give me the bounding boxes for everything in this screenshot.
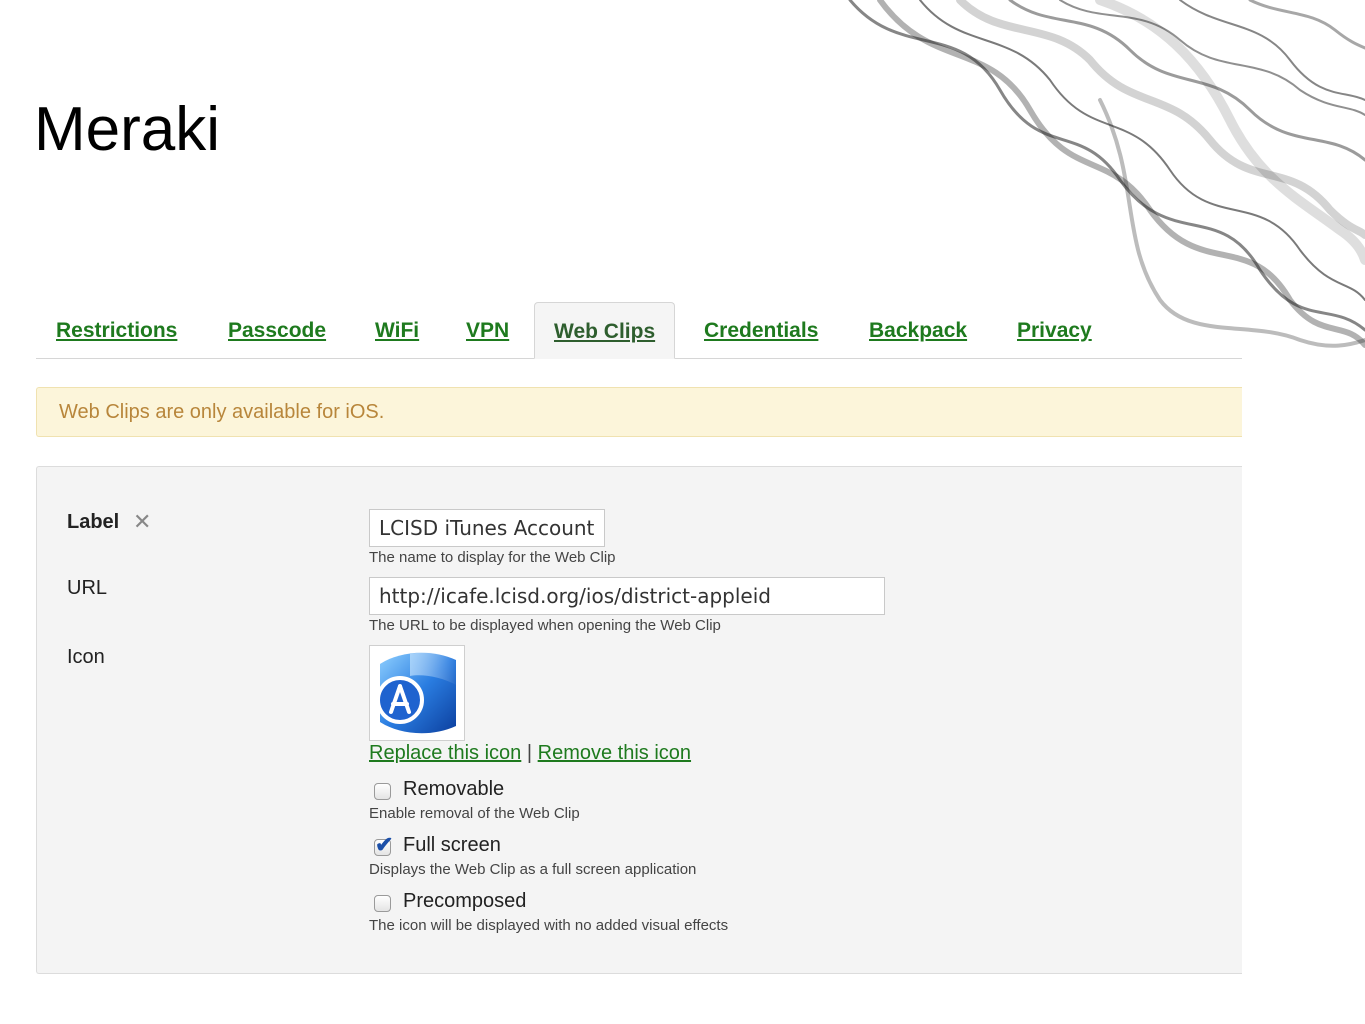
label-field-title: Label	[67, 511, 120, 533]
removable-hint: Enable removal of the Web Clip	[369, 805, 580, 822]
tab-backpack[interactable]: Backpack	[869, 302, 967, 358]
label-input[interactable]: LCISD iTunes Account	[369, 509, 605, 547]
precomposed-label: Precomposed	[403, 890, 527, 912]
close-icon[interactable]: ✕	[133, 511, 151, 533]
icon-links: Replace this icon | Remove this icon	[369, 742, 691, 765]
link-separator: |	[526, 742, 533, 764]
removable-label: Removable	[403, 778, 505, 800]
url-field-title: URL	[67, 577, 108, 599]
full-screen-checkbox[interactable]: ✔	[374, 832, 393, 857]
icon-field-title: Icon	[67, 646, 105, 668]
notice-text: Web Clips are only available for iOS.	[59, 401, 385, 423]
tab-passcode[interactable]: Passcode	[228, 302, 326, 358]
checkmark-icon: ✔	[375, 832, 394, 857]
ios-only-notice: Web Clips are only available for iOS.	[36, 387, 1242, 437]
tab-credentials[interactable]: Credentials	[704, 302, 818, 358]
removable-checkbox[interactable]	[374, 783, 391, 800]
remove-icon-link[interactable]: Remove this icon	[538, 742, 691, 764]
slide-title: Meraki	[34, 95, 221, 164]
precomposed-hint: The icon will be displayed with no added…	[369, 917, 729, 934]
replace-icon-link[interactable]: Replace this icon	[369, 742, 521, 764]
icon-preview	[369, 645, 465, 741]
tab-restrictions[interactable]: Restrictions	[56, 302, 177, 358]
tab-privacy[interactable]: Privacy	[1017, 302, 1092, 358]
tab-wifi[interactable]: WiFi	[375, 302, 419, 358]
tab-bar: Restrictions Passcode WiFi VPN Web Clips…	[36, 302, 1242, 359]
app-store-icon	[376, 652, 458, 734]
tab-web-clips[interactable]: Web Clips	[534, 302, 676, 359]
url-hint: The URL to be displayed when opening the…	[369, 617, 721, 634]
label-hint: The name to display for the Web Clip	[369, 549, 616, 566]
url-input[interactable]: http://icafe.lcisd.org/ios/district-appl…	[369, 577, 885, 615]
full-screen-hint: Displays the Web Clip as a full screen a…	[369, 861, 697, 878]
tab-vpn[interactable]: VPN	[466, 302, 509, 358]
precomposed-checkbox[interactable]	[374, 895, 391, 912]
full-screen-label: Full screen	[403, 834, 501, 856]
web-clip-form: Label ✕ LCISD iTunes Account The name to…	[36, 466, 1242, 974]
